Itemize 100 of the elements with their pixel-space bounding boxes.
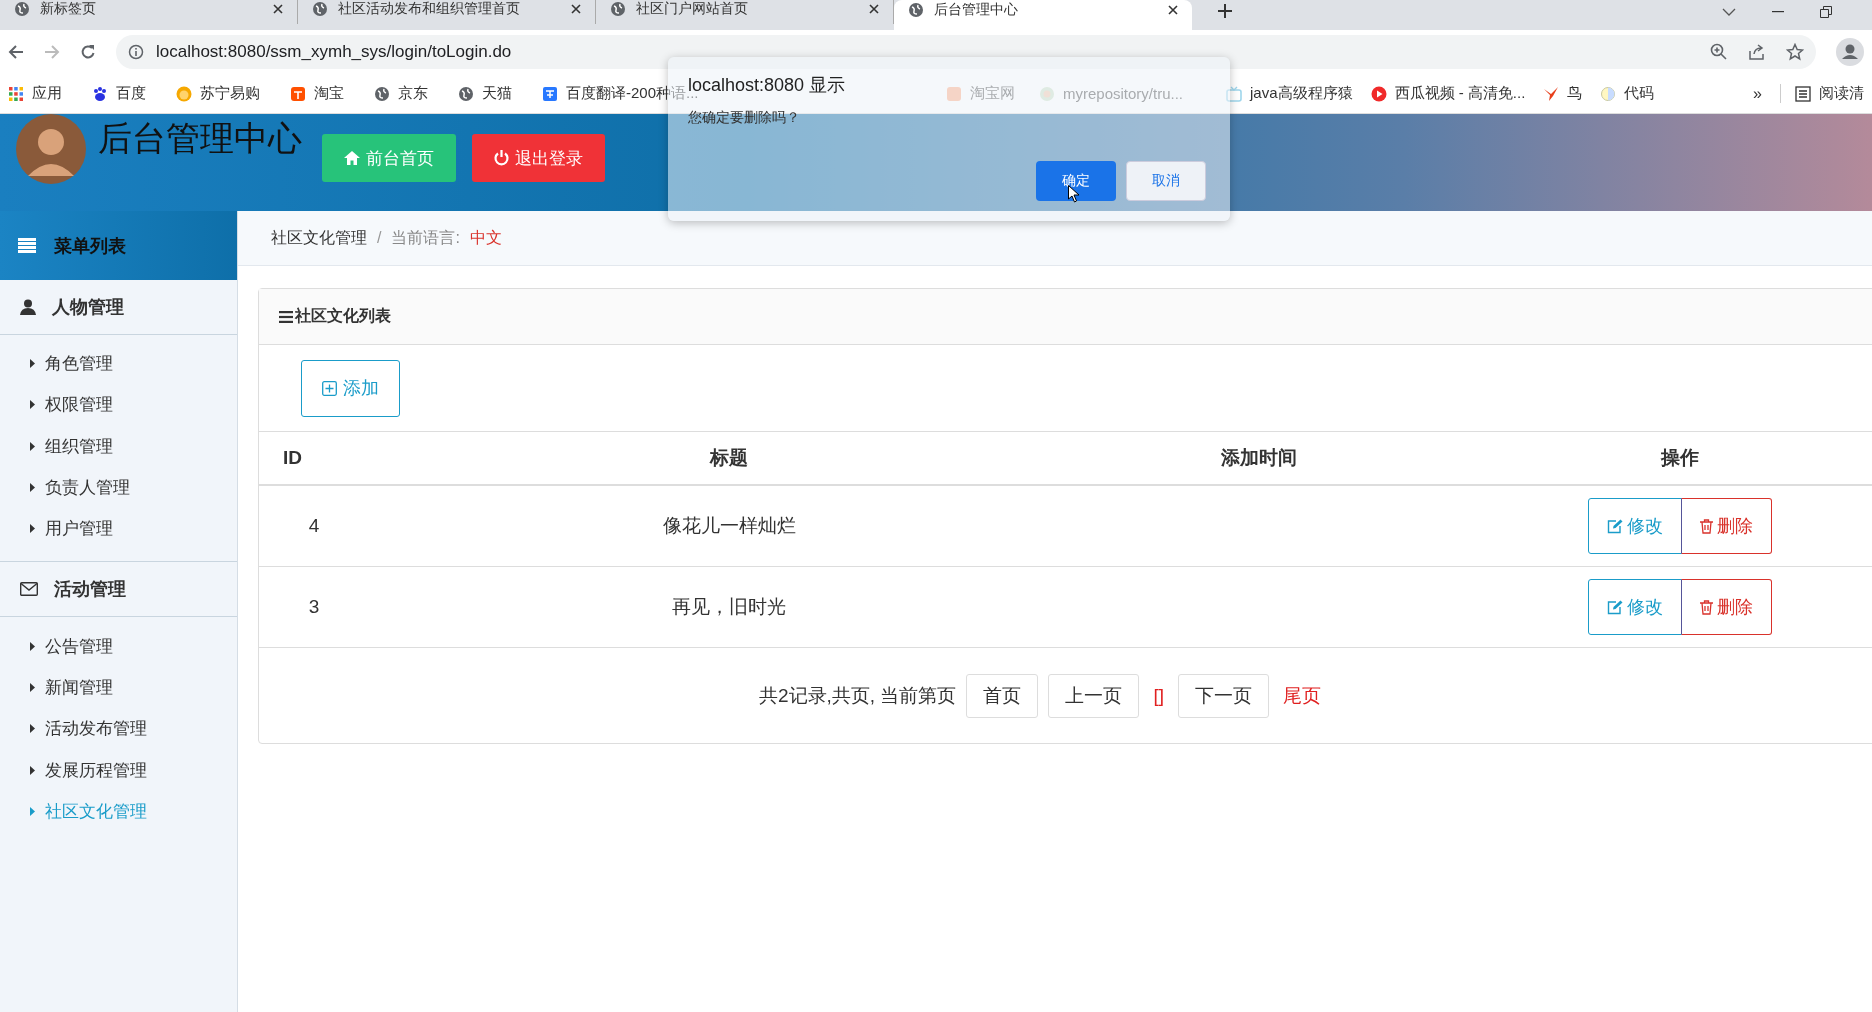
bookmark[interactable]: 淘宝 [290,84,344,103]
caret-icon [30,483,35,493]
translate-icon [542,85,558,102]
dialog-title: localhost:8080 显示 [688,74,846,96]
home-icon [344,151,360,165]
list-icon [18,238,36,253]
caret-icon [30,806,35,816]
profile-icon[interactable] [1836,38,1864,66]
delete-button[interactable]: 删除 [1681,579,1772,635]
bookmark[interactable]: 鸟 [1543,84,1583,103]
menu-item[interactable]: 负责人管理 [0,466,237,509]
menu-icon [279,310,293,323]
share-icon[interactable] [1748,43,1766,61]
reload-icon[interactable] [80,44,96,60]
bookmark[interactable]: 应用 [8,84,62,103]
menu-group[interactable]: 活动管理 [0,562,237,618]
confirm-button[interactable]: 确定 [1036,161,1116,201]
restore-icon[interactable] [1820,6,1832,18]
chevron-down-icon[interactable] [1722,8,1736,16]
page-button[interactable]: 上一页 [1048,673,1140,718]
browser-tab[interactable]: 后台管理中心 [894,0,1192,30]
menu-item[interactable]: 组织管理 [0,425,237,467]
bookmark[interactable]: 代码 [1600,84,1655,103]
menu-item[interactable]: 新闻管理 [0,666,237,709]
globe-icon [610,1,626,17]
minimize-icon[interactable] [1772,11,1784,13]
close-icon[interactable] [1168,5,1178,15]
reading-list[interactable]: 阅读清 [1780,84,1864,103]
last-page-link[interactable]: 尾页 [1278,682,1325,709]
browser-tab[interactable]: 社区活动发布和组织管理首页 [298,0,596,24]
globe-icon [374,85,390,102]
column-header: 操作 [1659,446,1700,470]
browser-tab[interactable]: 新标签页 [0,0,298,24]
paw-icon [92,85,108,102]
browser-tab[interactable]: 社区门户网站首页 [596,0,894,24]
caret-icon [30,641,35,651]
caret-icon [30,765,35,775]
table-cell-text: 3 [307,596,321,618]
edit-icon [1607,599,1623,615]
zoom-icon[interactable] [1710,43,1728,61]
url-text: localhost:8080/ssm_xymh_sys/login/toLogin.do [156,42,513,62]
pagination-summary: 共2记录,共页, 当前第页 [759,683,957,708]
envelope-icon [20,582,38,597]
menu-item[interactable]: 权限管理 [0,384,237,426]
page-button[interactable]: 首页 [966,673,1039,718]
language-label: 当前语言: [391,227,460,248]
star-icon[interactable] [1786,43,1804,61]
bookmark[interactable]: java高级程序猿 [1226,84,1353,103]
new-tab-icon[interactable] [1218,4,1232,18]
globe-icon [312,1,328,17]
back-icon[interactable] [8,44,24,60]
bookmark[interactable]: 京东 [374,84,428,103]
close-icon[interactable] [571,4,581,14]
caret-icon [30,400,35,410]
table-cell-text: 像花儿一样灿烂 [661,514,797,538]
list-icon [1795,85,1811,102]
caret-icon [30,682,35,692]
tv-icon [1226,85,1242,102]
menu-item[interactable]: 公告管理 [0,625,237,667]
caret-icon [30,724,35,734]
column-header: 标题 [708,446,749,470]
menu-item[interactable]: 活动发布管理 [0,708,237,750]
cursor-icon [1068,185,1080,203]
user-icon [20,299,36,315]
menu-item[interactable]: 用户管理 [0,508,237,550]
globe-icon [908,2,924,18]
close-icon[interactable] [273,4,283,14]
info-icon[interactable] [128,44,144,60]
more-bookmarks[interactable]: » [1753,84,1762,103]
column-header: 添加时间 [1220,446,1298,470]
caret-icon [30,524,35,534]
delete-button[interactable]: 删除 [1681,498,1772,554]
page-button[interactable]: 下一页 [1177,673,1269,718]
apps-grid-icon [8,85,24,102]
menu-item[interactable]: 角色管理 [0,343,237,385]
cancel-button[interactable]: 取消 [1126,161,1206,201]
bookmark[interactable]: 苏宁易购 [176,84,260,103]
bookmark[interactable]: 西瓜视频 - 高清免... [1370,84,1526,103]
globe-icon [458,85,474,102]
site-title: 后台管理中心 [98,118,302,159]
panel-title: 社区文化列表 [295,306,391,326]
play-icon [1370,85,1387,102]
logout-button[interactable]: 退出登录 [472,134,605,182]
language-value: 中文 [469,227,502,248]
breadcrumb-separator: / [377,229,382,247]
bookmark[interactable]: 天猫 [458,84,512,103]
bookmark[interactable]: 百度 [92,84,146,103]
address-bar[interactable]: localhost:8080/ssm_xymh_sys/login/toLogin.do [116,35,1816,69]
avatar [16,114,86,184]
plus-square-icon [322,380,337,396]
trash-icon [1700,599,1713,615]
close-icon[interactable] [869,4,879,14]
menu-item[interactable]: 发展历程管理 [0,749,237,791]
breadcrumb-item[interactable]: 社区文化管理 [271,227,367,249]
menu-group[interactable]: 人物管理 [0,280,237,335]
power-icon [494,150,509,166]
half-circle-icon [1600,85,1617,102]
current-page: [] [1152,684,1165,707]
edit-icon [1607,518,1623,534]
menu-title: 菜单列表 [54,234,126,258]
